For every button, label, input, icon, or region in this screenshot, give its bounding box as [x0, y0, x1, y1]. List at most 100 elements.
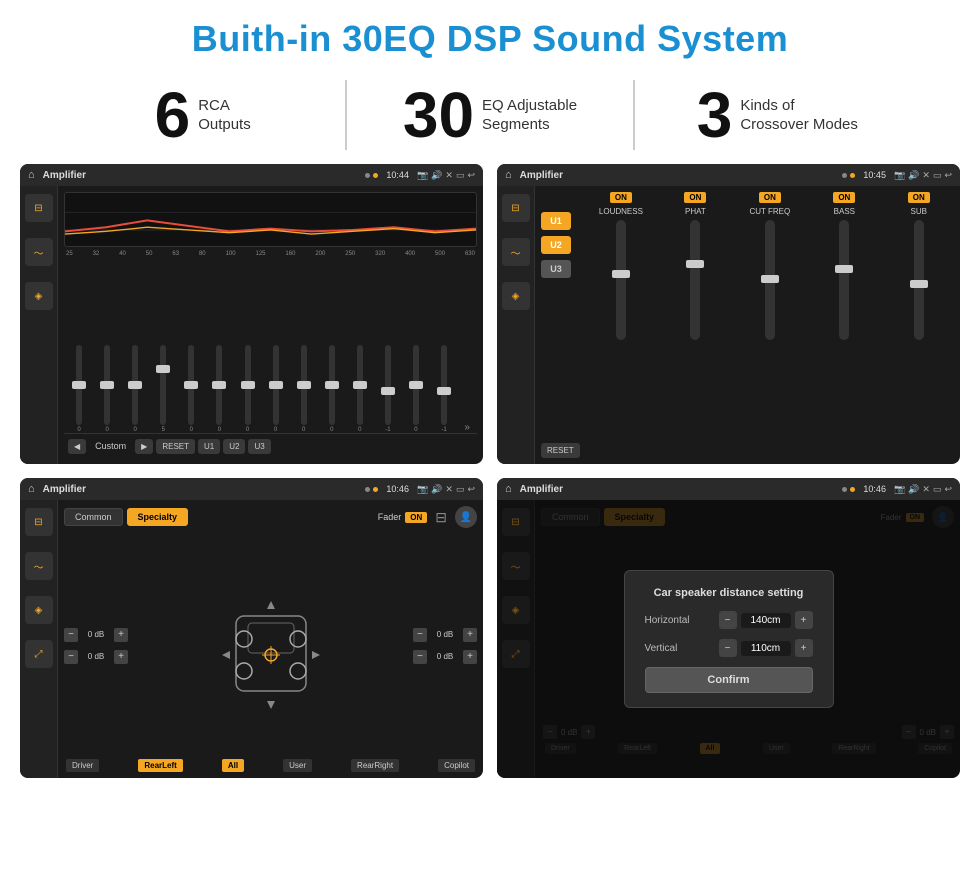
fader-expand-btn[interactable]: ⤢ [25, 640, 53, 668]
back-icon-4[interactable]: ↩ [944, 484, 952, 495]
db-plus-3[interactable]: + [463, 628, 477, 642]
fader-wave-btn[interactable]: 〜 [25, 552, 53, 580]
play-btn[interactable]: ▶ [135, 439, 153, 454]
eq-slider-14[interactable]: -1 [431, 345, 457, 433]
db-plus-1[interactable]: + [114, 628, 128, 642]
db-plus-2[interactable]: + [114, 650, 128, 664]
db-minus-2[interactable]: − [64, 650, 78, 664]
profile-icon[interactable]: 👤 [455, 506, 477, 528]
back-icon[interactable]: ↩ [467, 170, 475, 181]
eq-slider-2[interactable]: 0 [94, 345, 120, 433]
eq-slider-12[interactable]: -1 [375, 345, 401, 433]
eq-slider-1[interactable]: 0 [66, 345, 92, 433]
speaker-btn[interactable]: ◈ [25, 282, 53, 310]
confirm-button[interactable]: Confirm [645, 667, 813, 693]
stat-eq-number: 30 [403, 83, 474, 147]
db-value-1: 0 dB [81, 630, 111, 639]
horizontal-plus[interactable]: + [795, 611, 813, 629]
cutfreq-slider[interactable] [765, 220, 775, 340]
loudness-label: LOUDNESS [599, 207, 643, 216]
eq-slider-5[interactable]: 0 [178, 345, 204, 433]
copilot-btn[interactable]: Copilot [438, 759, 475, 772]
phat-label: PHAT [685, 207, 706, 216]
loudness-slider[interactable] [616, 220, 626, 340]
horizontal-control: − 140cm + [719, 611, 813, 629]
reset-btn-1[interactable]: RESET [156, 439, 195, 454]
cutfreq-on[interactable]: ON [759, 192, 781, 203]
preset-u1[interactable]: U1 [541, 212, 571, 230]
fader-speaker-btn[interactable]: ◈ [25, 596, 53, 624]
driver-btn[interactable]: Driver [66, 759, 99, 772]
dot-b [850, 173, 855, 178]
back-icon-3[interactable]: ↩ [467, 484, 475, 495]
stat-eq-label: EQ Adjustable Segments [482, 96, 577, 135]
bass-on[interactable]: ON [833, 192, 855, 203]
db-minus-1[interactable]: − [64, 628, 78, 642]
home-icon-1[interactable]: ⌂ [28, 169, 35, 181]
home-icon-3[interactable]: ⌂ [28, 483, 35, 495]
amp-wave-btn[interactable]: 〜 [502, 238, 530, 266]
u2-btn[interactable]: U2 [223, 439, 245, 454]
eq-slider-13[interactable]: 0 [403, 345, 429, 433]
fader-eq-btn[interactable]: ⊟ [25, 508, 53, 536]
amp-eq-btn[interactable]: ⊟ [502, 194, 530, 222]
eq-slider-7[interactable]: 0 [234, 345, 260, 433]
tab-common-3[interactable]: Common [64, 508, 123, 526]
rearright-btn[interactable]: RearRight [351, 759, 399, 772]
loudness-on[interactable]: ON [610, 192, 632, 203]
sub-on[interactable]: ON [908, 192, 930, 203]
col-loudness: ON LOUDNESS [586, 192, 656, 458]
wave-btn[interactable]: 〜 [25, 238, 53, 266]
eq-slider-6[interactable]: 0 [206, 345, 232, 433]
preset-u2[interactable]: U2 [541, 236, 571, 254]
home-icon-2[interactable]: ⌂ [505, 169, 512, 181]
tab-specialty-3[interactable]: Specialty [127, 508, 189, 526]
bass-slider[interactable] [839, 220, 849, 340]
sub-slider[interactable] [914, 220, 924, 340]
more-icon[interactable]: » [459, 422, 475, 433]
eq-slider-3[interactable]: 0 [122, 345, 148, 433]
db-minus-4[interactable]: − [413, 650, 427, 664]
back-icon-2[interactable]: ↩ [944, 170, 952, 181]
screen-fader: ⌂ Amplifier 10:46 📷 🔊 ✕ ▭ ↩ ⊟ 〜 ◈ ⤢ [20, 478, 483, 778]
eq-slider-10[interactable]: 0 [319, 345, 345, 433]
eq-btn[interactable]: ⊟ [25, 194, 53, 222]
u3-btn[interactable]: U3 [248, 439, 270, 454]
user-btn-3[interactable]: User [283, 759, 312, 772]
eq-slider-11[interactable]: 0 [347, 345, 373, 433]
preset-u3[interactable]: U3 [541, 260, 571, 278]
eq-slider-8[interactable]: 0 [263, 345, 289, 433]
time-2: 10:45 [863, 170, 886, 180]
phat-on[interactable]: ON [684, 192, 706, 203]
rearleft-btn[interactable]: RearLeft [138, 759, 182, 772]
fader-on-badge[interactable]: ON [405, 512, 427, 523]
indicator-dots-2 [842, 173, 855, 178]
volume-icon-2: 🔊 [908, 170, 919, 181]
db-plus-4[interactable]: + [463, 650, 477, 664]
db-minus-3[interactable]: − [413, 628, 427, 642]
vertical-plus[interactable]: + [795, 639, 813, 657]
vertical-value: 110cm [741, 641, 791, 656]
sliders-icon[interactable]: ⊟ [435, 509, 447, 526]
title-1: Amplifier [43, 170, 362, 181]
eq-slider-9[interactable]: 0 [291, 345, 317, 433]
phat-slider[interactable] [690, 220, 700, 340]
u1-btn[interactable]: U1 [198, 439, 220, 454]
eq-slider-4[interactable]: 5 [150, 345, 176, 433]
eq-sliders[interactable]: 0 0 0 5 0 0 0 0 0 0 0 -1 0 -1 » [64, 261, 477, 433]
dot-f [850, 487, 855, 492]
horizontal-value: 140cm [741, 613, 791, 628]
horizontal-minus[interactable]: − [719, 611, 737, 629]
left-channels: − 0 dB + − 0 dB + [64, 628, 128, 664]
camera-icon-2: 📷 [894, 170, 905, 181]
home-icon-4[interactable]: ⌂ [505, 483, 512, 495]
indicator-dots-4 [842, 487, 855, 492]
prev-btn[interactable]: ◀ [68, 439, 86, 454]
title-2: Amplifier [520, 170, 839, 181]
all-btn[interactable]: All [222, 759, 244, 772]
statusbar-4: ⌂ Amplifier 10:46 📷 🔊 ✕ ▭ ↩ [497, 478, 960, 500]
horizontal-label: Horizontal [645, 615, 705, 626]
vertical-minus[interactable]: − [719, 639, 737, 657]
reset-btn-2[interactable]: RESET [541, 443, 580, 458]
amp-speaker-btn[interactable]: ◈ [502, 282, 530, 310]
